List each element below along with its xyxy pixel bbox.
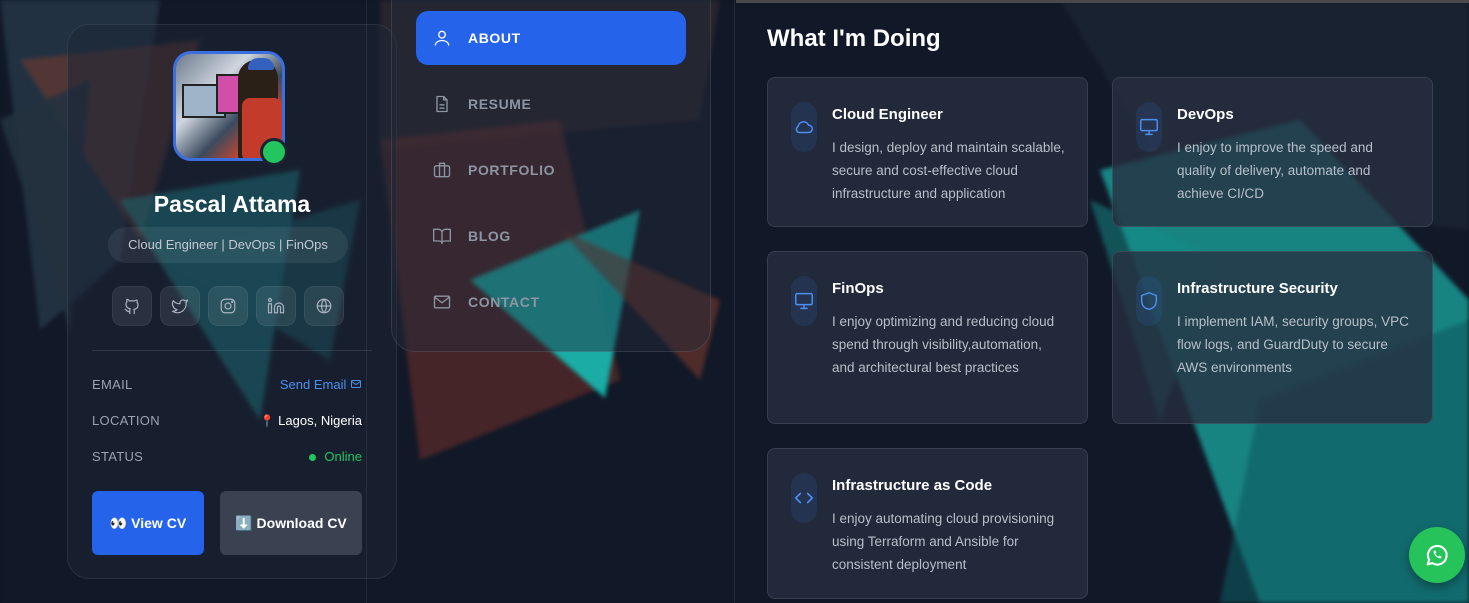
cloud-icon: [791, 102, 817, 152]
service-title: Infrastructure as Code: [832, 477, 993, 494]
download-cv-button[interactable]: ⬇️ Download CV: [220, 491, 362, 555]
location-label: LOCATION: [92, 413, 160, 428]
service-title: FinOps: [832, 280, 884, 297]
service-description: I enjoy to improve the speed and quality…: [1177, 140, 1373, 201]
mail-icon: [351, 380, 361, 388]
location-row: LOCATION 📍 Lagos, Nigeria: [92, 413, 362, 433]
nav-label: ABOUT: [468, 30, 521, 46]
profile-title-badge: Cloud Engineer | DevOps | FinOps: [108, 227, 348, 263]
whatsapp-icon: [1426, 544, 1448, 566]
status-label: STATUS: [92, 449, 144, 464]
location-value: 📍 Lagos, Nigeria: [260, 413, 362, 428]
service-card-devops: DevOps I enjoy to improve the speed and …: [1112, 77, 1433, 227]
service-card-infrastructure-security: Infrastructure Security I implement IAM,…: [1112, 251, 1433, 424]
monitor-icon: [791, 276, 817, 326]
code-icon: [791, 473, 817, 523]
nav-menu: ABOUT RESUME PORTFOLIO BLOG CONTACT: [391, 0, 711, 352]
service-title: Cloud Engineer: [832, 106, 943, 123]
nav-label: CONTACT: [468, 294, 540, 310]
service-card-finops: FinOps I enjoy optimizing and reducing c…: [767, 251, 1088, 424]
twitter-icon[interactable]: [160, 286, 200, 326]
mail-icon: [433, 295, 451, 309]
location-text: Lagos, Nigeria: [278, 413, 362, 428]
service-card-infrastructure-as-code: Infrastructure as Code I enjoy automatin…: [767, 448, 1088, 599]
main-content: What I'm Doing Cloud Engineer I design, …: [736, 0, 1469, 603]
online-indicator: [260, 138, 288, 166]
email-row: EMAIL Send Email: [92, 377, 362, 397]
location-pin-icon: 📍: [259, 414, 275, 428]
profile-divider: [92, 350, 372, 351]
github-icon[interactable]: [112, 286, 152, 326]
book-icon: [433, 228, 451, 245]
view-cv-button[interactable]: 👀 View CV: [92, 491, 204, 555]
briefcase-icon: [433, 162, 451, 178]
top-border: [736, 0, 1469, 3]
service-card-cloud-engineer: Cloud Engineer I design, deploy and main…: [767, 77, 1088, 227]
nav-label: RESUME: [468, 96, 532, 112]
status-row: STATUS Online: [92, 449, 362, 469]
nav-item-resume[interactable]: RESUME: [416, 77, 686, 131]
status-dot: [309, 454, 317, 462]
globe-icon[interactable]: [304, 286, 344, 326]
profile-name: Pascal Attama: [153, 191, 311, 217]
nav-item-about[interactable]: ABOUT: [416, 11, 686, 65]
service-description: I enjoy optimizing and reducing cloud sp…: [832, 314, 1055, 375]
status-text: Online: [324, 449, 362, 464]
nav-column: ABOUT RESUME PORTFOLIO BLOG CONTACT: [366, 0, 735, 603]
section-title: What I'm Doing: [767, 25, 941, 52]
nav-item-contact[interactable]: CONTACT: [416, 275, 686, 329]
social-links: [112, 286, 344, 326]
email-label: EMAIL: [92, 377, 133, 392]
instagram-icon[interactable]: [208, 286, 248, 326]
status-value: Online: [309, 449, 362, 464]
whatsapp-button[interactable]: [1409, 527, 1465, 583]
nav-item-blog[interactable]: BLOG: [416, 209, 686, 263]
service-description: I enjoy automating cloud provisioning us…: [832, 511, 1055, 572]
service-title: DevOps: [1177, 106, 1234, 123]
service-title: Infrastructure Security: [1177, 280, 1338, 297]
profile-card: Pascal Attama Cloud Engineer | DevOps | …: [67, 24, 397, 579]
linkedin-icon[interactable]: [256, 286, 296, 326]
service-description: I implement IAM, security groups, VPC fl…: [1177, 314, 1409, 375]
send-email-text: Send Email: [279, 377, 347, 392]
monitor-icon: [1136, 102, 1162, 152]
avatar-cap: [248, 58, 274, 70]
send-email-link[interactable]: Send Email: [280, 377, 362, 392]
nav-label: PORTFOLIO: [468, 162, 556, 178]
nav-label: BLOG: [468, 228, 511, 244]
nav-item-portfolio[interactable]: PORTFOLIO: [416, 143, 686, 197]
shield-icon: [1136, 276, 1162, 326]
user-icon: [434, 30, 450, 46]
file-icon: [436, 95, 448, 113]
service-description: I design, deploy and maintain scalable, …: [832, 140, 1065, 201]
